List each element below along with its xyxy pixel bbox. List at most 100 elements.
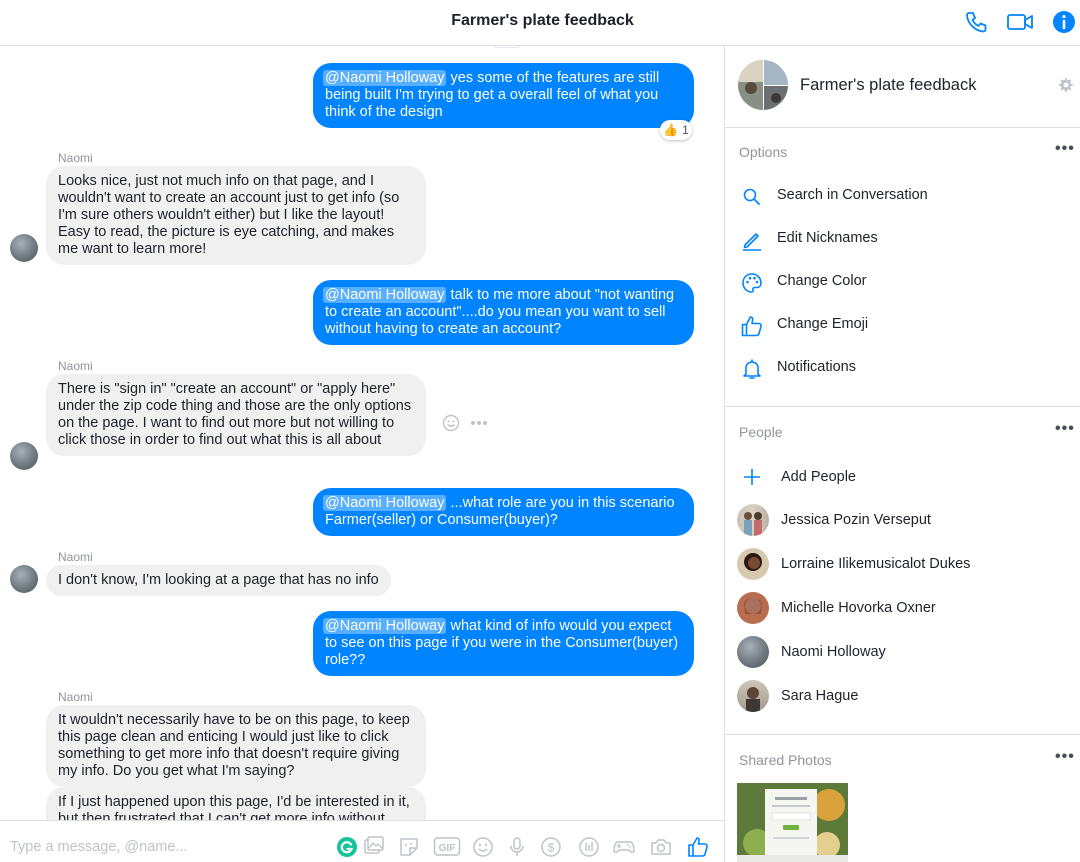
plus-icon [744,469,760,485]
avatar[interactable] [10,442,38,470]
person-name: Naomi Holloway [781,644,886,660]
avatar[interactable] [10,565,38,593]
game-controller-icon[interactable] [612,835,636,859]
avatar [737,680,769,712]
thumbs-up-reaction-icon: 👍 [663,123,679,137]
pencil-icon [743,233,761,251]
svg-text:$: $ [548,841,555,855]
bell-icon [743,359,761,379]
thumbs-up-icon [741,316,762,337]
incoming-message[interactable]: There is "sign in" "create an account" o… [46,374,426,456]
option-label: Search in Conversation [777,187,928,203]
more-icon[interactable] [470,420,488,426]
shared-photos-more-icon[interactable]: ••• [1055,748,1075,766]
section-divider [725,734,1080,735]
gear-icon[interactable] [1057,76,1075,94]
add-people-button[interactable]: Add People [725,457,1080,497]
video-camera-icon[interactable] [1006,8,1034,36]
option-search-in-conversation[interactable]: Search in Conversation [725,176,1080,216]
poll-icon[interactable] [577,835,601,859]
avatar [737,636,769,668]
microphone-icon[interactable] [505,835,529,859]
person-name: Lorraine Ilikemusicalot Dukes [781,556,971,572]
option-change-color[interactable]: Change Color [725,262,1080,302]
outgoing-message[interactable]: @Naomi Holloway yes some of the features… [313,63,694,128]
avatar [737,504,769,536]
gif-icon[interactable]: GIF [433,835,461,859]
people-heading: People [739,424,783,440]
grammarly-icon[interactable] [335,835,359,859]
option-notifications[interactable]: Notifications [725,348,1080,388]
message-text: Looks nice, just not much info on that p… [58,173,400,257]
conversation-header: Farmer's plate feedback [0,0,1080,46]
reaction-badge[interactable]: 👍 1 [660,120,692,140]
avatar[interactable] [10,234,38,262]
message-text: It wouldn't necessarily have to be on th… [58,712,410,779]
conversation-title: Farmer's plate feedback [451,12,634,29]
incoming-message[interactable]: I don't know, I'm looking at a page that… [46,565,391,596]
emoji-react-icon[interactable] [442,414,460,432]
section-divider [725,406,1080,407]
sender-name: Naomi [58,359,93,373]
group-avatar[interactable] [738,60,788,110]
mention[interactable]: @Naomi Holloway [323,495,447,511]
incoming-message[interactable]: Looks nice, just not much info on that p… [46,166,426,265]
scroll-pill [492,46,522,48]
options-heading: Options [739,144,788,160]
sender-name: Naomi [58,690,93,704]
option-label: Edit Nicknames [777,230,878,246]
like-thumbs-up-icon[interactable] [686,835,710,859]
outgoing-message[interactable]: @Naomi Holloway what kind of info would … [313,611,694,676]
conversation-details-panel: Farmer's plate feedback Options ••• Sear… [725,46,1080,862]
outgoing-message[interactable]: @Naomi Holloway ...what role are you in … [313,488,694,536]
mention[interactable]: @Naomi Holloway [323,70,447,86]
sender-name: Naomi [58,550,93,564]
options-more-icon[interactable]: ••• [1055,140,1075,158]
info-icon[interactable] [1050,8,1078,36]
person-name: Michelle Hovorka Oxner [781,600,936,616]
option-edit-nicknames[interactable]: Edit Nicknames [725,219,1080,259]
people-more-icon[interactable]: ••• [1055,420,1075,438]
message-text: There is "sign in" "create an account" o… [58,381,412,448]
avatar [737,548,769,580]
camera-icon[interactable] [649,835,673,859]
reaction-count: 1 [682,123,689,137]
outgoing-message[interactable]: @Naomi Holloway talk to me more about "n… [313,280,694,345]
mention[interactable]: @Naomi Holloway [323,287,447,303]
message-text: If I just happened upon this page, I'd b… [58,794,410,820]
option-label: Notifications [777,359,856,375]
message-thread[interactable]: @Naomi Holloway yes some of the features… [0,46,724,820]
person-row[interactable]: Sara Hague [725,676,1080,716]
person-name: Jessica Pozin Verseput [781,512,931,528]
mention[interactable]: @Naomi Holloway [323,618,447,634]
image-icon[interactable] [362,835,386,859]
person-row[interactable]: Naomi Holloway [725,632,1080,672]
incoming-message[interactable]: If I just happened upon this page, I'd b… [46,787,426,820]
composer: Type a message, @name... GIF $ [0,820,724,862]
sender-name: Naomi [58,151,93,165]
shared-photos-heading: Shared Photos [739,752,832,768]
option-change-emoji[interactable]: Change Emoji [725,305,1080,345]
shared-photo-thumbnail[interactable] [737,783,848,862]
conversation-summary: Farmer's plate feedback [725,46,1080,128]
emoji-icon[interactable] [471,835,495,859]
person-name: Sara Hague [781,688,859,704]
incoming-message[interactable]: It wouldn't necessarily have to be on th… [46,705,426,787]
message-actions [442,414,488,432]
sticker-icon[interactable] [397,835,421,859]
option-label: Change Color [777,273,867,289]
person-row[interactable]: Jessica Pozin Verseput [725,500,1080,540]
person-row[interactable]: Michelle Hovorka Oxner [725,588,1080,628]
conversation-name[interactable]: Farmer's plate feedback [800,76,976,95]
add-people-label: Add People [781,469,856,485]
message-text: I don't know, I'm looking at a page that… [58,572,379,588]
option-label: Change Emoji [777,316,869,332]
message-input[interactable]: Type a message, @name... [10,839,188,855]
payment-icon[interactable]: $ [539,835,563,859]
avatar [737,592,769,624]
search-icon [743,188,760,205]
svg-text:GIF: GIF [439,843,456,854]
person-row[interactable]: Lorraine Ilikemusicalot Dukes [725,544,1080,584]
palette-icon [742,273,762,293]
phone-icon[interactable] [962,8,990,36]
